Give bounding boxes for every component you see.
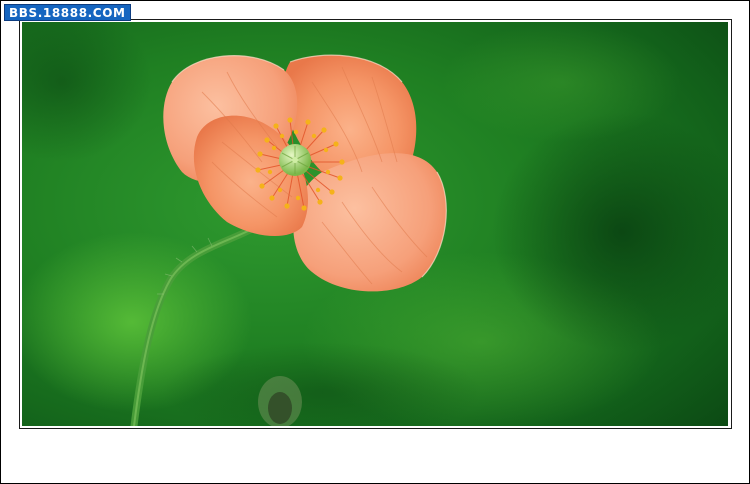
watermark-label: BBS.18888.COM	[4, 4, 131, 21]
poppy-photo	[22, 22, 728, 426]
